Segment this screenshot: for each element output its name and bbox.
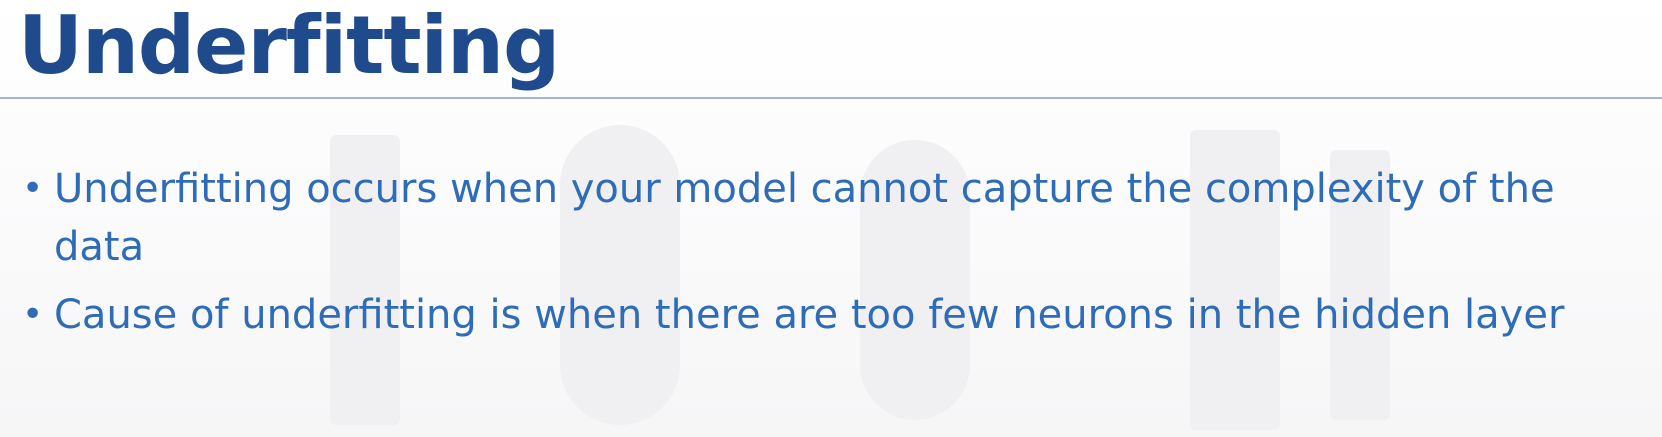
bullet-dot-icon: • (22, 294, 44, 335)
bullet-list: • Underfitting occurs when your model ca… (22, 160, 1642, 354)
title-divider (0, 97, 1662, 99)
bullet-item: • Underfitting occurs when your model ca… (22, 160, 1642, 276)
slide-title: Underfitting (18, 0, 560, 92)
bullet-dot-icon: • (22, 168, 44, 209)
bullet-item: • Cause of underfitting is when there ar… (22, 286, 1642, 344)
slide: Underfitting • Underfitting occurs when … (0, 0, 1662, 437)
bullet-text: Underfitting occurs when your model cann… (54, 166, 1555, 270)
bullet-text: Cause of underfitting is when there are … (54, 292, 1565, 338)
